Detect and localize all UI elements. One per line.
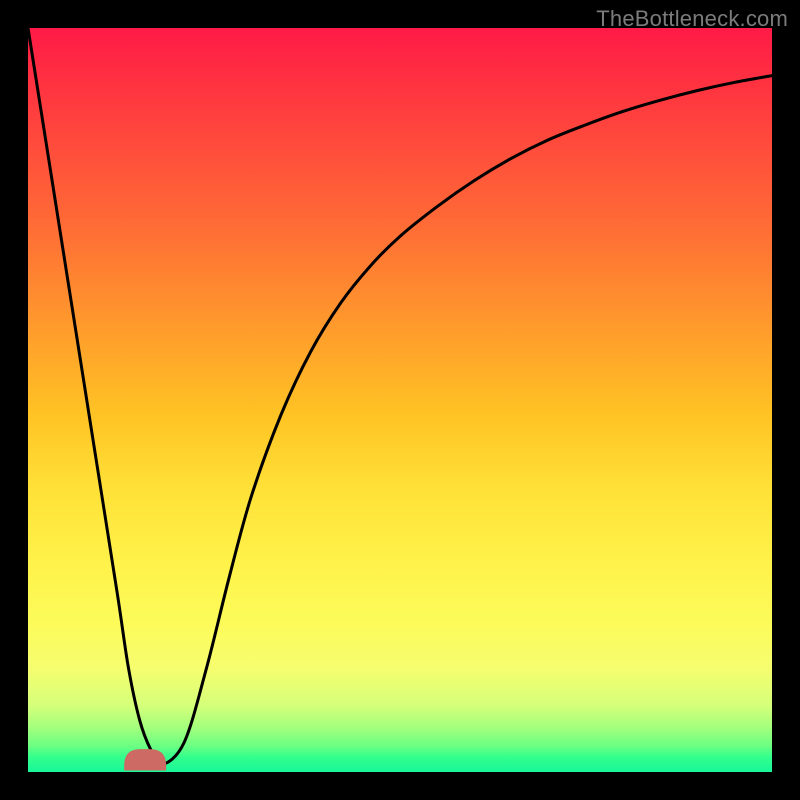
plot-area bbox=[28, 28, 772, 772]
chart-frame: TheBottleneck.com bbox=[0, 0, 800, 800]
watermark-text: TheBottleneck.com bbox=[596, 6, 788, 32]
bottleneck-curve bbox=[28, 28, 772, 772]
